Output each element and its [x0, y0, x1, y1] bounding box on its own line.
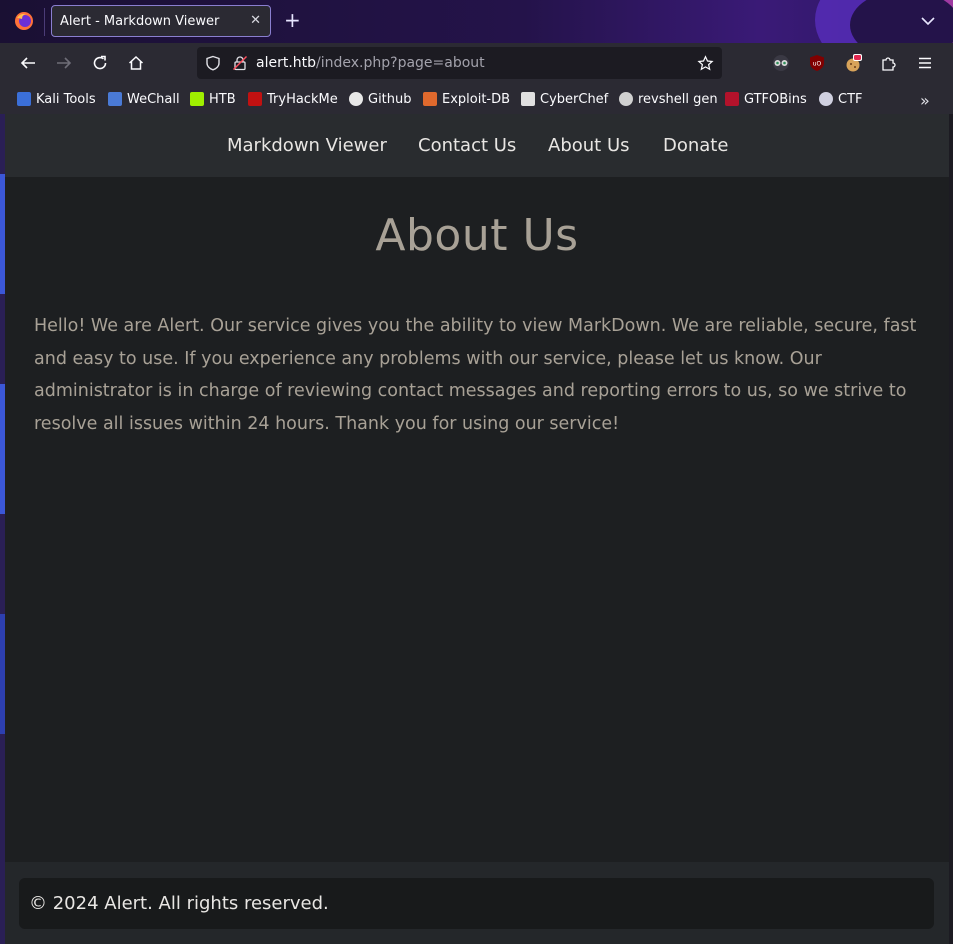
gtfobins-icon [725, 92, 739, 106]
home-icon[interactable] [127, 54, 145, 72]
hamburger-menu-icon[interactable] [916, 54, 934, 72]
web-page: Markdown Viewer Contact Us About Us Dona… [5, 114, 949, 944]
copyright-text: © 2024 Alert. All rights reserved. [29, 893, 329, 914]
bookmark-tryhackme[interactable]: TryHackMe [248, 91, 338, 107]
bookmark-label: GTFOBins [744, 91, 807, 107]
url-text[interactable]: alert.htb/index.php?page=about [256, 55, 485, 71]
kali-icon [17, 92, 31, 106]
ublock-origin-icon[interactable]: uO [808, 54, 826, 72]
bug-icon [423, 92, 437, 106]
bookmark-github[interactable]: Github [349, 91, 412, 107]
tab-divider [44, 8, 45, 36]
nav-link-donate[interactable]: Donate [663, 135, 728, 156]
bookmark-htb[interactable]: HTB [190, 91, 236, 107]
url-bar[interactable]: alert.htb/index.php?page=about [197, 47, 722, 79]
bookmark-label: TryHackMe [267, 91, 338, 107]
chef-hat-icon [521, 92, 535, 106]
forward-arrow-icon[interactable] [55, 54, 73, 72]
theme-swirl [850, 0, 953, 43]
new-tab-icon[interactable]: + [284, 9, 301, 31]
svg-text:uO: uO [813, 61, 822, 68]
tab-alert-markdown-viewer[interactable]: Alert - Markdown Viewer ✕ [51, 5, 271, 37]
bookmark-label: Kali Tools [36, 91, 96, 107]
wechall-icon [108, 92, 122, 106]
extensions-puzzle-icon[interactable] [880, 54, 898, 72]
tab-title: Alert - Markdown Viewer [60, 14, 220, 29]
bookmark-label: WeChall [127, 91, 180, 107]
nav-link-markdown-viewer[interactable]: Markdown Viewer [227, 135, 387, 156]
nav-link-about-us[interactable]: About Us [548, 135, 630, 156]
bookmark-label: revshell gen [638, 91, 718, 107]
foxyproxy-extension-icon[interactable] [772, 54, 790, 72]
site-navbar: Markdown Viewer Contact Us About Us Dona… [5, 114, 949, 177]
cookie-editor-extension-icon[interactable] [844, 54, 862, 72]
skull-icon [619, 92, 633, 106]
about-text: Hello! We are Alert. Our service gives y… [34, 308, 924, 452]
bookmark-label: Github [368, 91, 412, 107]
bookmark-label: HTB [209, 91, 236, 107]
reload-icon[interactable] [91, 54, 109, 72]
bookmark-star-icon[interactable] [697, 55, 714, 72]
github-icon [349, 92, 363, 106]
insecure-lock-icon[interactable] [232, 55, 248, 71]
bookmarks-overflow-icon[interactable]: » [920, 91, 930, 110]
bookmark-label: CTF [838, 91, 863, 107]
bookmark-exploit-db[interactable]: Exploit-DB [423, 91, 510, 107]
footer-box: © 2024 Alert. All rights reserved. [19, 878, 934, 929]
cloud-icon [248, 92, 262, 106]
bookmark-ctf[interactable]: CTF [819, 91, 863, 107]
nav-link-contact-us[interactable]: Contact Us [418, 135, 516, 156]
navigation-toolbar: alert.htb/index.php?page=about uO [0, 43, 953, 84]
back-arrow-icon[interactable] [19, 54, 37, 72]
bookmark-gtfobins[interactable]: GTFOBins [725, 91, 807, 107]
close-tab-icon[interactable]: ✕ [250, 13, 261, 28]
url-path: /index.php?page=about [316, 55, 485, 71]
bookmark-cyberchef[interactable]: CyberChef [521, 91, 608, 107]
bookmarks-toolbar: » Kali Tools WeChall HTB TryHackMe Github Exp… [0, 84, 953, 114]
bookmark-label: CyberChef [540, 91, 609, 107]
site-footer: © 2024 Alert. All rights reserved. [5, 862, 949, 944]
htb-cube-icon [190, 92, 204, 106]
shield-icon[interactable] [205, 55, 221, 71]
firefox-icon[interactable] [14, 11, 34, 31]
page-title: About Us [375, 210, 579, 261]
tab-strip: Alert - Markdown Viewer ✕ + [0, 0, 953, 43]
url-host: alert.htb [256, 55, 317, 71]
bookmark-kali-tools[interactable]: Kali Tools [17, 91, 96, 107]
chevron-down-icon[interactable] [920, 13, 936, 29]
bookmark-revshell-gen[interactable]: revshell gen [619, 91, 718, 107]
bookmark-label: Exploit-DB [442, 91, 511, 107]
bookmark-wechall[interactable]: WeChall [108, 91, 180, 107]
globe-icon [819, 92, 833, 106]
